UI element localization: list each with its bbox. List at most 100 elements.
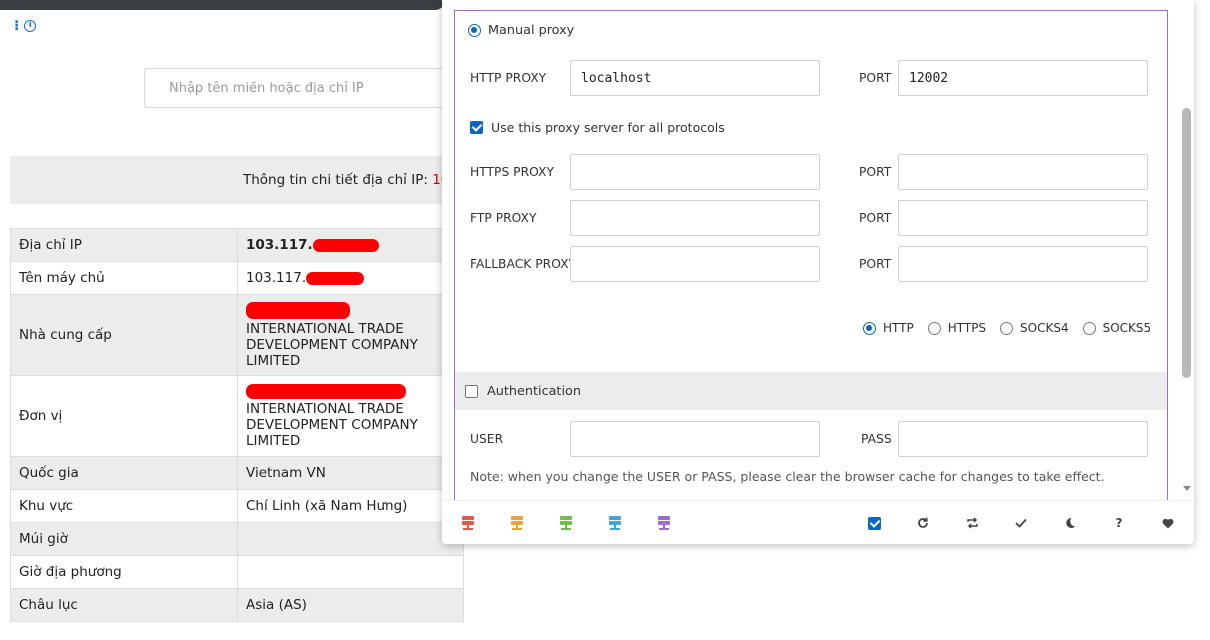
- row-key: Tên máy chủ: [10, 261, 238, 295]
- fallback-proxy-input[interactable]: [570, 246, 820, 282]
- manual-proxy-label: Manual proxy: [488, 23, 575, 38]
- ftp-proxy-label: FTP PROXY: [470, 211, 537, 225]
- http-port-input[interactable]: [898, 60, 1148, 96]
- table-row: Quốc gia Vietnam VN: [10, 456, 464, 490]
- proxy-red-icon[interactable]: [460, 515, 476, 531]
- ip-address-text: 103.117.: [246, 237, 313, 253]
- use-all-protocols-label: Use this proxy server for all protocols: [491, 120, 725, 135]
- row-key: Khu vực: [10, 489, 238, 523]
- provider-text: INTERNATIONAL TRADE DEVELOPMENT COMPANY …: [246, 320, 418, 369]
- table-row: Khu vực Chí Linh (xã Nam Hưng): [10, 489, 464, 523]
- row-value: INTERNATIONAL TRADE DEVELOPMENT COMPANY …: [237, 375, 464, 457]
- info-icon[interactable]: i: [24, 20, 37, 32]
- use-all-protocols-option[interactable]: Use this proxy server for all protocols: [470, 120, 725, 135]
- protocol-option-http[interactable]: HTTP: [863, 321, 914, 335]
- protocol-selector: HTTP HTTPS SOCKS4 SOCKS5: [863, 321, 1151, 335]
- protocol-label-socks5: SOCKS5: [1102, 321, 1152, 335]
- browser-topbar: [0, 0, 445, 10]
- https-port-input[interactable]: [898, 154, 1148, 190]
- ftp-port-label: PORT: [859, 211, 892, 225]
- table-row: Múi giờ: [10, 522, 464, 556]
- row-key: Múi giờ: [10, 522, 238, 556]
- http-port-label: PORT: [859, 71, 892, 85]
- protocol-radio-https[interactable]: [927, 321, 941, 335]
- redaction-mark: [306, 271, 365, 285]
- row-value: [237, 555, 464, 589]
- protocol-label-https: HTTPS: [947, 321, 987, 335]
- table-row: Tên máy chủ 103.117.: [10, 261, 464, 295]
- scrollbar-thumb[interactable]: [1182, 108, 1191, 378]
- user-input[interactable]: [570, 421, 820, 457]
- scroll-down-arrow-icon[interactable]: [1183, 486, 1191, 491]
- authentication-option[interactable]: Authentication: [465, 384, 581, 399]
- row-value: 103.117.: [237, 228, 464, 262]
- ftp-proxy-input[interactable]: [570, 200, 820, 236]
- protocol-radio-socks4[interactable]: [1000, 321, 1014, 335]
- redaction-mark: [312, 238, 379, 252]
- pass-label: PASS: [861, 432, 892, 446]
- row-key: Giờ địa phương: [10, 555, 238, 589]
- http-proxy-input[interactable]: [570, 60, 820, 96]
- search-input[interactable]: [144, 68, 444, 108]
- https-proxy-input[interactable]: [570, 154, 820, 190]
- authentication-label: Authentication: [487, 384, 581, 399]
- fallback-port-label: PORT: [859, 257, 892, 271]
- hostname-text: 103.117.: [246, 270, 307, 286]
- ftp-port-input[interactable]: [898, 200, 1148, 236]
- row-value: INTERNATIONAL TRADE DEVELOPMENT COMPANY …: [237, 294, 464, 376]
- row-key: Quốc gia: [10, 456, 238, 490]
- heart-icon[interactable]: [1160, 515, 1176, 531]
- redaction-mark: [246, 383, 406, 399]
- repeat-glyph: [966, 517, 978, 529]
- moon-glyph: [1066, 517, 1075, 528]
- cache-note: Note: when you change the USER or PASS, …: [470, 469, 1105, 484]
- https-port-label: PORT: [859, 165, 892, 179]
- protocol-option-socks4[interactable]: SOCKS4: [1000, 321, 1069, 335]
- protocol-radio-http[interactable]: [863, 321, 876, 335]
- table-row: Nhà cung cấp INTERNATIONAL TRADE DEVELOP…: [10, 294, 464, 376]
- authentication-checkbox[interactable]: [465, 385, 478, 398]
- ip-details-table: Địa chỉ IP 103.117. Tên máy chủ 103.117.…: [10, 228, 464, 622]
- pass-input[interactable]: [898, 421, 1148, 457]
- proxy-orange-icon[interactable]: [509, 515, 525, 531]
- help-icon[interactable]: ?: [1111, 515, 1127, 531]
- use-all-protocols-checkbox[interactable]: [470, 121, 483, 134]
- check-icon[interactable]: [1013, 515, 1029, 531]
- server-icon: [658, 516, 670, 530]
- table-row: Giờ địa phương: [10, 555, 464, 589]
- manual-proxy-option[interactable]: Manual proxy: [468, 23, 574, 38]
- kebab-menu-icon[interactable]: ⁝: [14, 18, 19, 34]
- popup-scrollbar[interactable]: [1180, 0, 1194, 500]
- check-glyph: [1015, 518, 1027, 528]
- row-value: Asia (AS): [237, 588, 464, 622]
- row-value: Chí Linh (xã Nam Hưng): [237, 489, 464, 523]
- manual-proxy-radio[interactable]: [468, 24, 481, 37]
- proxy-purple-icon[interactable]: [656, 515, 672, 531]
- protocol-option-https[interactable]: HTTPS: [927, 321, 987, 335]
- server-icon: [609, 516, 621, 530]
- fallback-port-input[interactable]: [898, 246, 1148, 282]
- refresh-icon[interactable]: [915, 515, 931, 531]
- http-proxy-label: HTTP PROXY: [470, 71, 547, 85]
- row-value: 103.117.: [237, 261, 464, 295]
- ip-info-label: Thông tin chi tiết địa chỉ IP:: [243, 172, 428, 188]
- moon-icon[interactable]: [1062, 515, 1078, 531]
- heart-glyph: [1162, 518, 1174, 528]
- ip-info-bar: Thông tin chi tiết địa chỉ IP: 10: [10, 156, 450, 204]
- page-toolbar: ⁝ i: [14, 18, 37, 34]
- protocol-radio-socks5[interactable]: [1082, 321, 1096, 335]
- repeat-icon[interactable]: [964, 515, 980, 531]
- checkbox-icon[interactable]: [866, 515, 882, 531]
- proxy-green-icon[interactable]: [558, 515, 574, 531]
- proxy-settings-panel: Manual proxy HTTP PROXY PORT Use this pr…: [454, 10, 1168, 500]
- https-proxy-label: HTTPS PROXY: [470, 165, 554, 179]
- table-row: Châu lục Asia (AS): [10, 588, 464, 622]
- server-icon: [462, 516, 474, 530]
- proxy-blue-icon[interactable]: [607, 515, 623, 531]
- server-icon: [560, 516, 572, 530]
- table-row: Địa chỉ IP 103.117.: [10, 228, 464, 262]
- organization-text: INTERNATIONAL TRADE DEVELOPMENT COMPANY …: [246, 400, 418, 449]
- protocol-option-socks5[interactable]: SOCKS5: [1082, 321, 1152, 335]
- row-key: Nhà cung cấp: [10, 294, 238, 376]
- refresh-glyph: [918, 517, 928, 528]
